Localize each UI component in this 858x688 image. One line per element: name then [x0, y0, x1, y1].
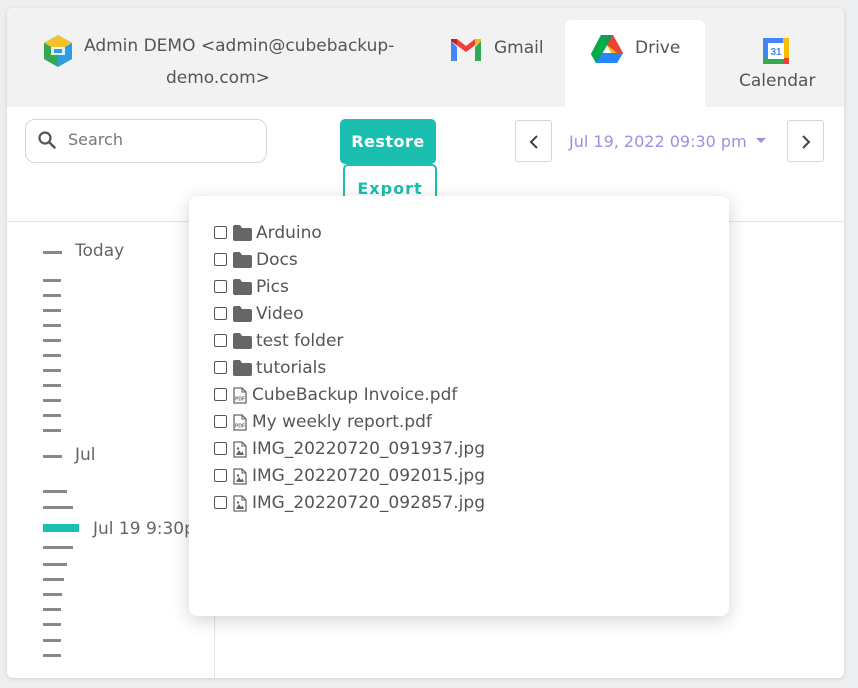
timeline-tick[interactable] — [43, 399, 61, 402]
timeline-tick[interactable] — [43, 309, 61, 312]
folder-icon — [233, 360, 252, 376]
file-name[interactable]: Docs — [256, 248, 298, 272]
search-input[interactable] — [66, 129, 260, 150]
timeline-tick[interactable] — [43, 506, 73, 509]
gmail-icon — [451, 39, 481, 61]
backup-date-value: Jul 19, 2022 09:30 pm — [569, 132, 747, 151]
file-checkbox[interactable] — [214, 226, 227, 239]
image-file-icon — [233, 468, 247, 485]
svg-text:PDF: PDF — [235, 424, 245, 430]
google-calendar-icon: 31 — [763, 38, 789, 64]
timeline-tick[interactable] — [43, 593, 62, 596]
timeline-label-today: Today — [75, 241, 125, 261]
timeline-tick[interactable] — [43, 414, 61, 417]
file-checkbox[interactable] — [214, 415, 227, 428]
file-checkbox[interactable] — [214, 361, 227, 374]
search-icon — [38, 131, 56, 149]
file-name[interactable]: IMG_20220720_092857.jpg — [252, 491, 485, 515]
previous-backup-button[interactable] — [515, 120, 552, 162]
timeline-tick-month — [43, 455, 62, 458]
file-name[interactable]: Pics — [256, 275, 289, 299]
chevron-left-icon — [529, 135, 538, 149]
timeline-tick[interactable] — [43, 339, 61, 342]
timeline-tick[interactable] — [43, 654, 61, 657]
timeline-tick-selected[interactable] — [43, 524, 79, 532]
file-checkbox[interactable] — [214, 334, 227, 347]
folder-icon — [233, 306, 252, 322]
file-checkbox[interactable] — [214, 496, 227, 509]
folder-icon — [233, 333, 252, 349]
timeline-tick[interactable] — [43, 294, 61, 297]
file-name[interactable]: CubeBackup Invoice.pdf — [252, 383, 457, 407]
timeline-tick[interactable] — [43, 369, 61, 372]
file-name[interactable]: My weekly report.pdf — [252, 410, 432, 434]
chevron-right-icon — [802, 135, 811, 149]
tab-calendar-label: Calendar — [739, 71, 816, 91]
file-name[interactable]: IMG_20220720_092015.jpg — [252, 464, 485, 488]
timeline-tick[interactable] — [43, 546, 73, 549]
timeline-tick[interactable] — [43, 623, 61, 626]
file-name[interactable]: test folder — [256, 329, 343, 353]
timeline-label-month: Jul — [75, 445, 96, 465]
timeline-tick[interactable] — [43, 384, 61, 387]
timeline-tick[interactable] — [43, 608, 61, 611]
file-list-popup: Arduino Docs Pics Video test folder tuto… — [189, 196, 729, 616]
calendar-icon-day: 31 — [770, 47, 782, 58]
svg-text:PDF: PDF — [235, 397, 245, 403]
file-checkbox[interactable] — [214, 442, 227, 455]
google-drive-icon — [591, 35, 623, 63]
file-checkbox[interactable] — [214, 307, 227, 320]
timeline-tick[interactable] — [43, 639, 61, 642]
search-box[interactable] — [25, 119, 267, 163]
image-file-icon — [233, 495, 247, 512]
file-checkbox[interactable] — [214, 388, 227, 401]
timeline-tick[interactable] — [43, 279, 61, 282]
tab-bar: Admin DEMO <admin@cubebackup- demo.com> … — [7, 8, 844, 107]
folder-icon — [233, 279, 252, 295]
folder-icon — [233, 252, 252, 268]
tab-calendar[interactable]: 31 Calendar — [722, 20, 832, 107]
file-checkbox[interactable] — [214, 280, 227, 293]
file-checkbox[interactable] — [214, 253, 227, 266]
pdf-file-icon: PDF — [233, 387, 247, 404]
account-email-line2: demo.com> — [166, 68, 270, 88]
next-backup-button[interactable] — [787, 120, 824, 162]
file-name[interactable]: Video — [256, 302, 304, 326]
timeline-tick[interactable] — [43, 490, 67, 493]
file-name[interactable]: Arduino — [256, 221, 322, 245]
timeline-tick[interactable] — [43, 354, 61, 357]
file-checkbox[interactable] — [214, 469, 227, 482]
pdf-file-icon: PDF — [233, 414, 247, 431]
image-file-icon — [233, 441, 247, 458]
backup-date-selector[interactable]: Jul 19, 2022 09:30 pm — [569, 132, 766, 151]
tab-gmail[interactable]: Gmail — [447, 20, 557, 107]
folder-icon — [233, 225, 252, 241]
timeline-tick[interactable] — [43, 578, 64, 581]
timeline-tick[interactable] — [43, 429, 61, 432]
tab-drive-label: Drive — [635, 38, 681, 58]
account-email-line1: Admin DEMO <admin@cubebackup- — [84, 36, 395, 56]
cubebackup-logo-icon — [44, 35, 72, 67]
restore-button[interactable]: Restore — [340, 119, 436, 164]
timeline-tick[interactable] — [43, 563, 67, 566]
caret-down-icon — [755, 138, 766, 143]
file-name[interactable]: tutorials — [256, 356, 326, 380]
timeline-tick-today — [43, 251, 62, 254]
tab-drive[interactable]: Drive — [565, 20, 705, 107]
file-name[interactable]: IMG_20220720_091937.jpg — [252, 437, 485, 461]
tab-gmail-label: Gmail — [494, 38, 544, 58]
timeline-tick[interactable] — [43, 324, 61, 327]
